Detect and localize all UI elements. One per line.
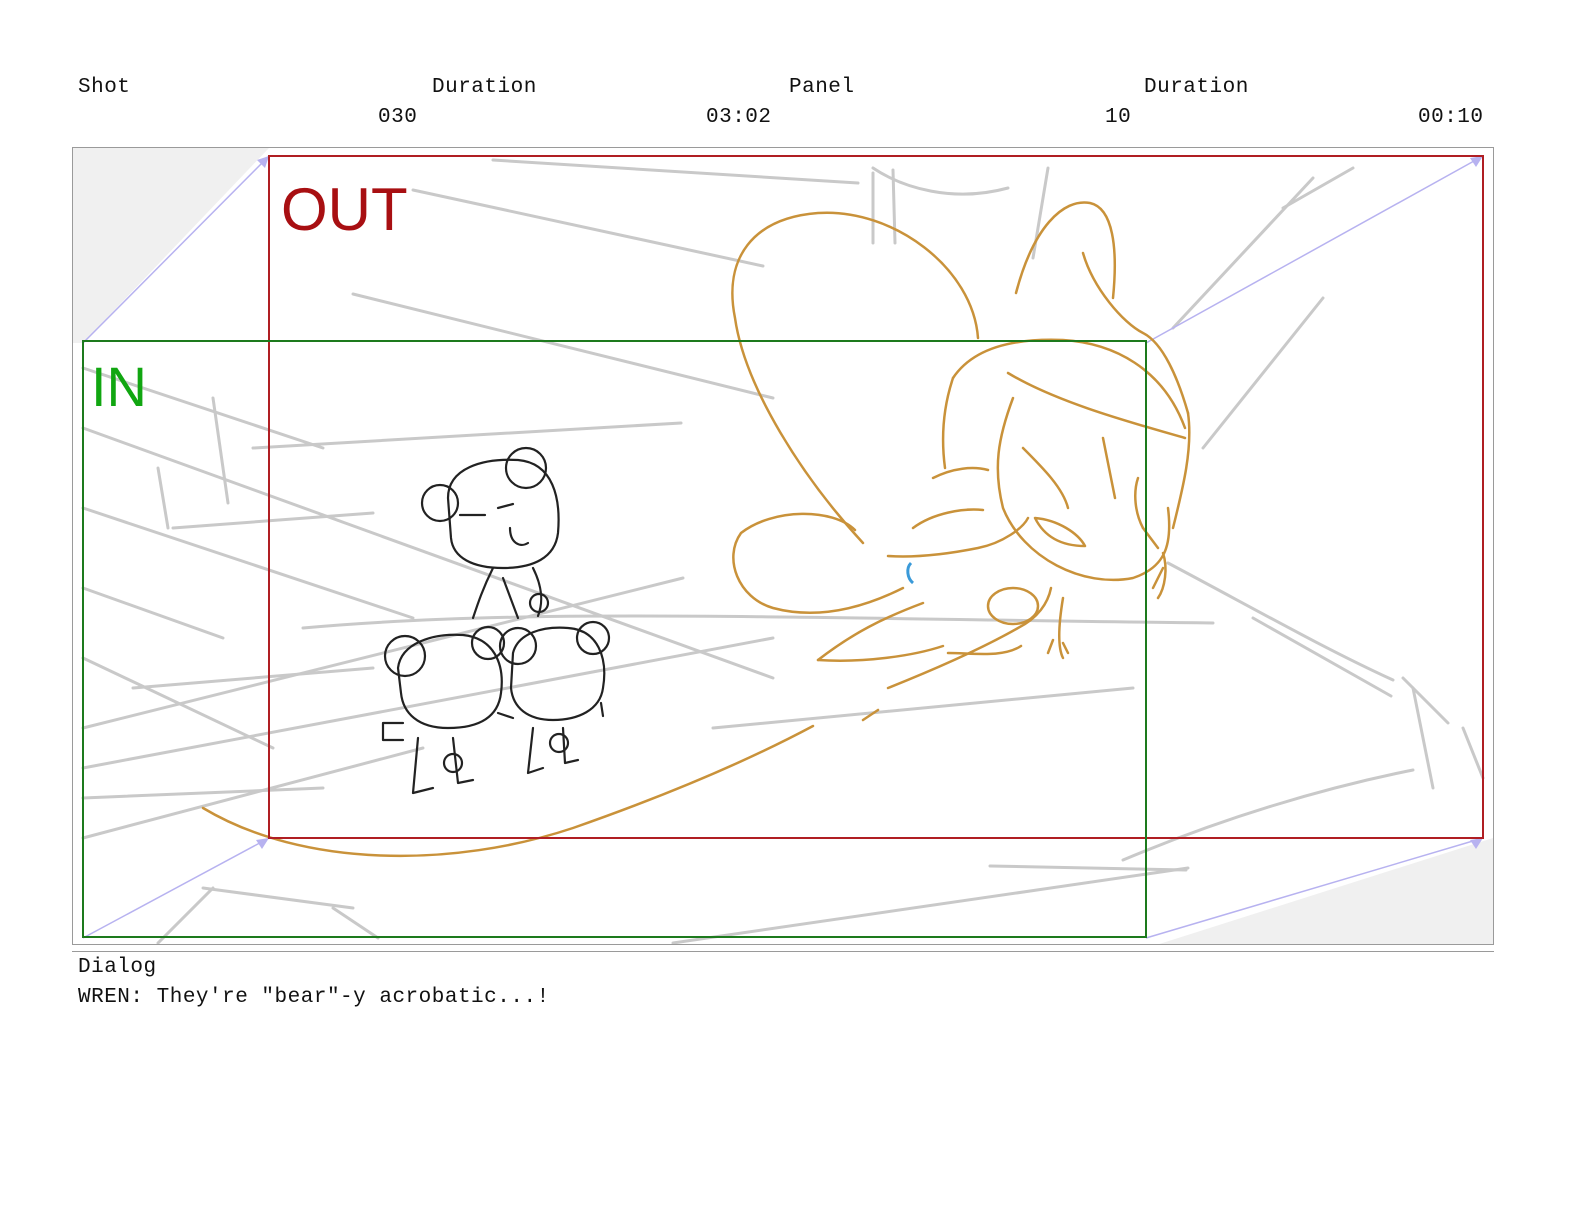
in-frame-box [82, 340, 1147, 938]
dialog-divider [72, 951, 1494, 952]
corner-fill-bottom-right [1159, 838, 1493, 944]
fairy-character-sketch [201, 201, 1191, 858]
panel-duration-value: 00:10 [1418, 106, 1484, 129]
shot-label: Shot [78, 76, 131, 99]
dialog-label: Dialog [78, 956, 157, 979]
shot-duration-value: 03:02 [706, 106, 772, 129]
panel-value: 10 [1105, 106, 1132, 129]
bracelet-accent [906, 561, 915, 585]
dialog-text: WREN: They're "bear"-y acrobatic...! [78, 986, 550, 1009]
shot-duration-label: Duration [432, 76, 537, 99]
out-label: OUT [281, 176, 408, 243]
storyboard-panel: OUT IN [72, 147, 1494, 945]
shot-value: 030 [378, 106, 418, 129]
out-frame-box [268, 155, 1484, 839]
panel-duration-label: Duration [1144, 76, 1249, 99]
camera-move-arrows [82, 155, 1484, 939]
background-sketch [81, 158, 1485, 944]
corner-fill-top-left [73, 148, 269, 343]
panel-drawing: OUT IN [73, 148, 1493, 944]
panel-label: Panel [789, 76, 855, 99]
camera-arrow-heads [256, 156, 1483, 849]
in-label: IN [91, 355, 147, 418]
